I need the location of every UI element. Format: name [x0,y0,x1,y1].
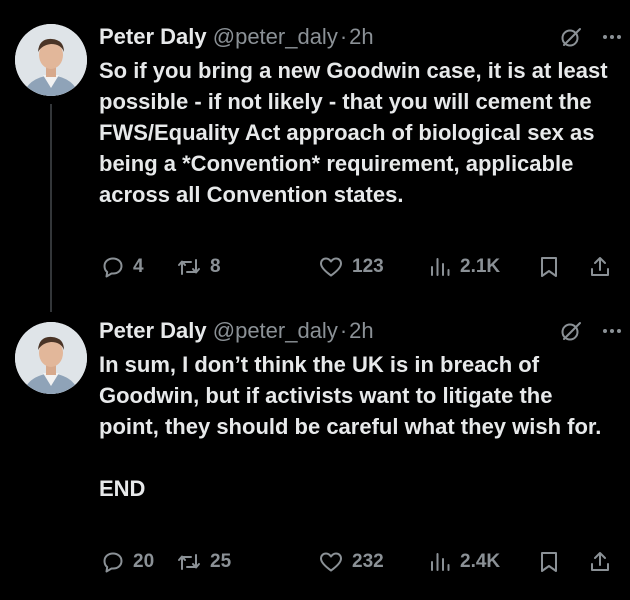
retweet-button[interactable]: 25 [176,548,231,576]
grok-icon[interactable] [560,26,582,48]
views-button[interactable]: 2.1K [428,253,500,281]
separator-dot: · [339,24,348,49]
reply-button[interactable]: 4 [101,253,144,281]
like-button[interactable]: 232 [318,548,384,576]
share-button[interactable] [588,548,612,576]
retweet-icon [176,550,202,574]
tweet[interactable]: Peter Daly @peter_daly·2h In sum, I don’… [0,300,630,600]
more-icon[interactable] [602,34,622,40]
like-count: 123 [352,256,384,277]
tweet-actions: 4 8 123 2.1K [101,253,616,281]
tweet-text: So if you bring a new Goodwin case, it i… [99,58,614,207]
reply-icon [101,550,125,574]
reply-icon [101,255,125,279]
tweet-header: Peter Daly @peter_daly·2h [99,316,622,346]
views-count: 2.1K [460,256,501,277]
timestamp[interactable]: 2h [349,24,373,49]
separator-dot: · [339,318,348,343]
bookmark-button[interactable] [538,548,560,576]
retweet-count: 8 [210,256,221,277]
views-icon [428,255,452,279]
reply-count: 20 [133,551,155,572]
reply-button[interactable]: 20 [101,548,154,576]
like-count: 232 [352,551,384,572]
thread-line [50,104,52,312]
grok-icon[interactable] [560,320,582,342]
share-button[interactable] [588,253,612,281]
share-icon [588,255,612,279]
like-icon [318,255,344,279]
retweet-button[interactable]: 8 [176,253,221,281]
reply-count: 4 [133,256,144,277]
bookmark-icon [538,550,560,574]
bookmark-button[interactable] [538,253,560,281]
author-name[interactable]: Peter Daly [99,318,207,343]
tweet-header: Peter Daly @peter_daly·2h [99,22,622,52]
avatar[interactable] [15,24,87,96]
retweet-icon [176,255,202,279]
author-handle[interactable]: @peter_daly [213,318,338,343]
share-icon [588,550,612,574]
views-button[interactable]: 2.4K [428,548,500,576]
author-name[interactable]: Peter Daly [99,24,207,49]
like-icon [318,550,344,574]
more-icon[interactable] [602,328,622,334]
bookmark-icon [538,255,560,279]
views-icon [428,550,452,574]
views-count: 2.4K [460,551,501,572]
author-handle[interactable]: @peter_daly [213,24,338,49]
like-button[interactable]: 123 [318,253,384,281]
tweet-actions: 20 25 232 2.4K [101,548,616,576]
retweet-count: 25 [210,551,232,572]
avatar[interactable] [15,322,87,394]
timestamp[interactable]: 2h [349,318,373,343]
tweet-text: In sum, I don’t think the UK is in breac… [99,352,602,501]
tweet[interactable]: Peter Daly @peter_daly·2h So if you brin… [0,0,630,312]
